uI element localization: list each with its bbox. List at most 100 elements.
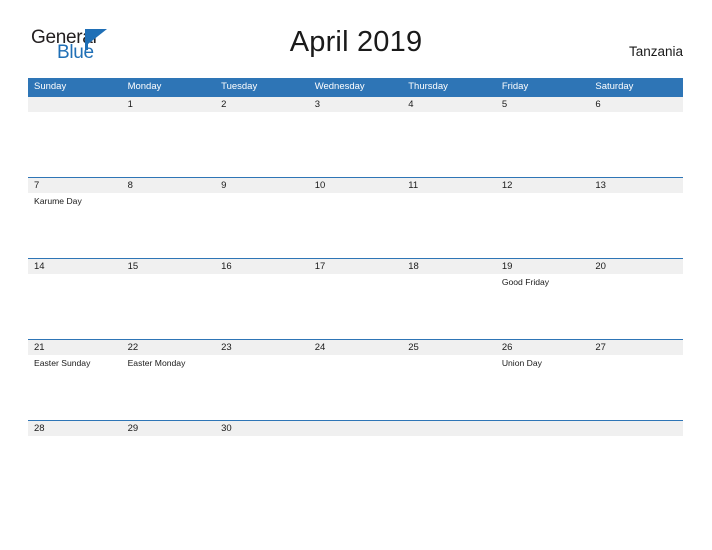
day-cell[interactable] — [309, 112, 403, 177]
day-cell[interactable] — [496, 436, 590, 501]
day-number[interactable]: 21 — [28, 340, 122, 355]
day-cell[interactable] — [402, 355, 496, 420]
day-cell[interactable] — [215, 355, 309, 420]
day-number[interactable]: 14 — [28, 259, 122, 274]
day-cell[interactable]: Karume Day — [28, 193, 122, 258]
day-number[interactable] — [402, 421, 496, 436]
day-number[interactable]: 7 — [28, 178, 122, 193]
day-number[interactable]: 8 — [122, 178, 216, 193]
day-cell[interactable] — [402, 274, 496, 339]
page-title: April 2019 — [289, 26, 423, 58]
day-cell[interactable] — [122, 274, 216, 339]
country-label: Tanzania — [628, 44, 683, 59]
day-cell[interactable] — [28, 274, 122, 339]
day-number[interactable]: 6 — [589, 97, 683, 112]
day-number[interactable]: 4 — [402, 97, 496, 112]
weekday-header-saturday: Saturday — [595, 81, 634, 92]
day-number[interactable]: 17 — [309, 259, 403, 274]
weekday-header-monday: Monday — [127, 81, 162, 92]
day-cell[interactable] — [122, 193, 216, 258]
day-number[interactable] — [28, 97, 122, 112]
day-cell[interactable]: Union Day — [496, 355, 590, 420]
week-event-strip: Easter Sunday Easter Monday Union Day — [28, 355, 683, 420]
calendar-page: General Blue April 2019 Tanzania Sunday … — [0, 0, 712, 550]
day-number[interactable]: 3 — [309, 97, 403, 112]
week-event-strip: Good Friday — [28, 274, 683, 339]
day-number[interactable]: 29 — [122, 421, 216, 436]
week-event-strip — [28, 112, 683, 177]
day-cell[interactable] — [309, 193, 403, 258]
day-cell[interactable] — [589, 274, 683, 339]
day-cell[interactable] — [122, 436, 216, 501]
day-number[interactable]: 23 — [215, 340, 309, 355]
day-number[interactable]: 28 — [28, 421, 122, 436]
day-cell[interactable] — [402, 193, 496, 258]
day-cell[interactable] — [215, 193, 309, 258]
day-number[interactable]: 19 — [496, 259, 590, 274]
day-number[interactable] — [496, 421, 590, 436]
day-cell[interactable] — [215, 112, 309, 177]
day-number[interactable]: 10 — [309, 178, 403, 193]
week-date-strip: 28 29 30 — [28, 421, 683, 436]
calendar-week-row: 21 22 23 24 25 26 27 Easter Sunday Easte… — [28, 339, 683, 420]
day-cell[interactable] — [589, 355, 683, 420]
day-cell[interactable]: Easter Monday — [122, 355, 216, 420]
day-number[interactable]: 5 — [496, 97, 590, 112]
day-number[interactable]: 1 — [122, 97, 216, 112]
week-date-strip: 7 8 9 10 11 12 13 — [28, 178, 683, 193]
day-number[interactable]: 12 — [496, 178, 590, 193]
calendar-week-row: 14 15 16 17 18 19 20 Good Friday — [28, 258, 683, 339]
day-cell[interactable]: Good Friday — [496, 274, 590, 339]
day-number[interactable] — [309, 421, 403, 436]
day-number[interactable]: 16 — [215, 259, 309, 274]
weekday-header-thursday: Thursday — [408, 81, 448, 92]
weekday-header-tuesday: Tuesday — [221, 81, 258, 92]
day-number[interactable]: 25 — [402, 340, 496, 355]
calendar-week-row: 28 29 30 — [28, 420, 683, 501]
event-label: Easter Sunday — [34, 358, 91, 368]
day-cell[interactable] — [28, 112, 122, 177]
day-cell[interactable] — [589, 193, 683, 258]
day-number[interactable]: 2 — [215, 97, 309, 112]
day-cell[interactable]: Easter Sunday — [28, 355, 122, 420]
day-cell[interactable] — [589, 112, 683, 177]
day-number[interactable]: 18 — [402, 259, 496, 274]
page-header: General Blue April 2019 Tanzania — [0, 0, 712, 62]
weekday-header-wednesday: Wednesday — [314, 81, 365, 92]
day-cell[interactable] — [496, 193, 590, 258]
day-cell[interactable] — [309, 355, 403, 420]
day-cell[interactable] — [309, 436, 403, 501]
day-number[interactable] — [589, 421, 683, 436]
day-number[interactable]: 9 — [215, 178, 309, 193]
day-cell[interactable] — [215, 274, 309, 339]
day-cell[interactable] — [28, 436, 122, 501]
event-label: Karume Day — [34, 196, 82, 206]
event-label: Easter Monday — [127, 358, 186, 368]
day-cell[interactable] — [309, 274, 403, 339]
weekday-header-row: Sunday Monday Tuesday Wednesday Thursday… — [28, 78, 683, 96]
day-cell[interactable] — [215, 436, 309, 501]
day-number[interactable]: 30 — [215, 421, 309, 436]
event-label: Union Day — [501, 358, 542, 368]
week-date-strip: 1 2 3 4 5 6 — [28, 97, 683, 112]
weekday-header-friday: Friday — [501, 81, 529, 92]
calendar-week-row: 7 8 9 10 11 12 13 Karume Day — [28, 177, 683, 258]
day-cell[interactable] — [402, 112, 496, 177]
day-number[interactable]: 24 — [309, 340, 403, 355]
day-number[interactable]: 15 — [122, 259, 216, 274]
day-cell[interactable] — [496, 112, 590, 177]
day-number[interactable]: 11 — [402, 178, 496, 193]
day-number[interactable]: 13 — [589, 178, 683, 193]
event-label: Good Friday — [501, 277, 550, 287]
weekday-header-sunday: Sunday — [34, 81, 67, 92]
day-cell[interactable] — [589, 436, 683, 501]
day-number[interactable]: 22 — [122, 340, 216, 355]
week-event-strip: Karume Day — [28, 193, 683, 258]
day-cell[interactable] — [402, 436, 496, 501]
calendar-week-row: 1 2 3 4 5 6 — [28, 96, 683, 177]
day-cell[interactable] — [122, 112, 216, 177]
day-number[interactable]: 20 — [589, 259, 683, 274]
day-number[interactable]: 26 — [496, 340, 590, 355]
week-date-strip: 21 22 23 24 25 26 27 — [28, 340, 683, 355]
day-number[interactable]: 27 — [589, 340, 683, 355]
